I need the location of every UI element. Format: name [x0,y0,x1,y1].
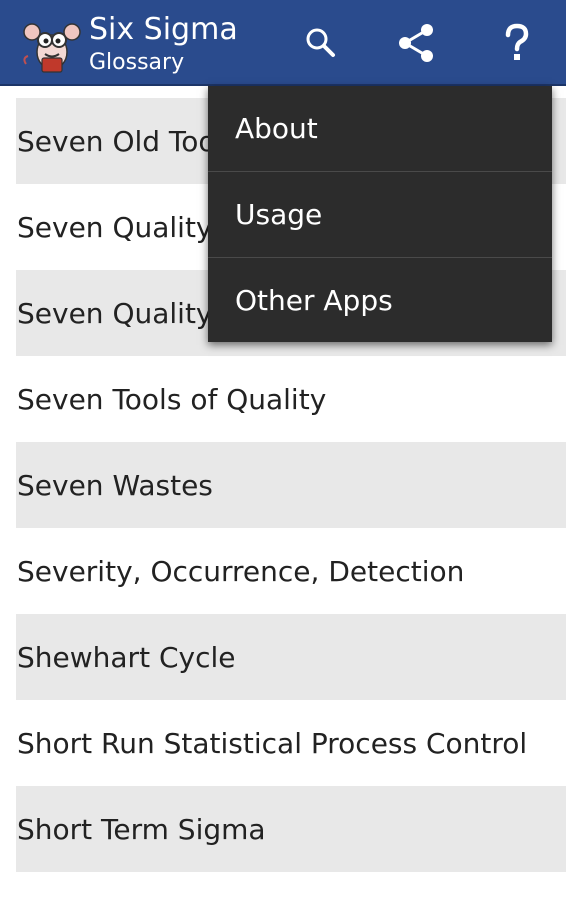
search-icon [306,28,335,57]
share-icon [399,24,433,62]
list-item[interactable]: Short Run Statistical Process Control [16,700,566,786]
list-item[interactable]: Seven Tools of Quality [16,356,566,442]
help-icon [505,23,529,60]
app-subtitle: Glossary [89,50,185,75]
help-button[interactable] [492,18,542,68]
menu-item-other-apps[interactable]: Other Apps [208,258,552,342]
list-item[interactable]: Severity, Occurrence, Detection [16,528,566,614]
list-item[interactable]: Shewhart Cycle [16,614,566,700]
list-item[interactable]: Short Term Sigma [16,786,566,872]
list-item[interactable]: Seven Wastes [16,442,566,528]
share-button[interactable] [391,18,441,68]
app-bar: Six Sigma Glossary [0,0,566,86]
menu-item-about[interactable]: About [208,86,552,172]
overflow-menu: About Usage Other Apps [208,86,552,342]
app-title: Six Sigma [89,12,238,47]
menu-item-usage[interactable]: Usage [208,172,552,258]
app-logo-icon [20,12,84,76]
search-button[interactable] [296,18,346,68]
